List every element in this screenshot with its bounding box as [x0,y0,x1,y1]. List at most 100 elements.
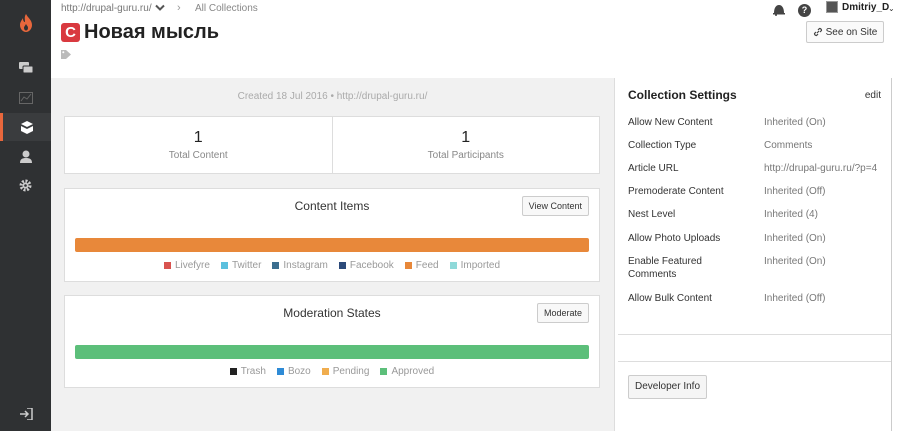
setting-key: Allow Photo Uploads [628,233,721,244]
stat-total-participants: 1 Total Participants [331,117,600,173]
created-info: Created 18 Jul 2016 • http://drupal-guru… [237,91,428,102]
legend-swatch [229,368,237,375]
divider [618,334,891,335]
notifications-icon[interactable] [772,4,785,19]
stat-value: 1 [461,129,471,146]
content-items-legend-item: Feed [404,260,439,271]
help-icon[interactable]: ? [798,4,811,17]
panel-scrollbar[interactable] [891,78,892,431]
page-title: Новая мысль [84,21,220,43]
avatar[interactable] [826,1,838,13]
legend-swatch [321,368,329,375]
see-on-site-label: See on Site [825,26,878,38]
content-items-bar [75,238,589,252]
legend-swatch [380,368,388,375]
legend-label: Pending [332,366,370,377]
stat-label: Total Participants [427,150,504,161]
setting-row: Allow Bulk Content Inherited (Off) [628,292,898,305]
setting-value: Inherited (On) [764,233,826,244]
setting-row: Article URL http://drupal-guru.ru/?p=4 [628,162,898,175]
see-on-site-button[interactable]: See on Site [806,21,884,43]
logout-icon[interactable] [0,400,51,428]
chevron-down-icon[interactable] [155,3,165,15]
legend-label: Twitter [231,260,262,271]
legend-label: Livefyre [174,260,210,271]
moderation-states-legend: Trash Bozo Pending Approved [65,366,599,377]
content-items-legend-item: Livefyre [163,260,210,271]
setting-value: Inherited (Off) [764,186,826,197]
content-items-legend-item: Imported [449,260,501,271]
user-name[interactable]: Dmitriy_D [842,2,889,13]
view-content-button[interactable]: View Content [521,196,589,216]
breadcrumb-all-collections[interactable]: All Collections [195,3,258,14]
moderation-legend-item: Trash [229,366,266,377]
stats-panel: 1 Total Content 1 Total Participants [64,116,600,174]
user-icon[interactable] [0,142,51,170]
collections-icon[interactable] [0,113,51,141]
moderation-states-bar [75,345,589,359]
collection-overview: Created 18 Jul 2016 • http://drupal-guru… [51,78,614,431]
legend-label: Imported [460,260,501,271]
content-items-title: Content Items [294,199,370,213]
legend-swatch [276,368,284,375]
setting-key: Article URL [628,163,679,174]
setting-row: Allow New Content Inherited (On) [628,116,898,129]
moderation-legend-item: Bozo [276,366,311,377]
setting-value: Inherited (On) [764,117,826,128]
setting-key: Nest Level [628,209,676,220]
setting-row: Allow Photo Uploads Inherited (On) [628,232,898,245]
legend-swatch [404,262,412,269]
breadcrumb-separator: › [177,2,181,14]
setting-key: Collection Type [628,140,697,151]
stat-total-content: 1 Total Content [65,117,332,173]
legend-label: Approved [391,366,435,377]
legend-label: Facebook [349,260,394,271]
setting-row: Enable Featured Comments Inherited (On) [628,255,898,281]
moderation-legend-item: Approved [380,366,434,377]
user-menu-chevron-icon[interactable]: ⌄ [888,4,895,13]
legend-swatch [220,262,228,269]
legend-label: Trash [240,366,266,377]
setting-value: http://drupal-guru.ru/?p=4 [764,163,878,174]
setting-key: Premoderate Content [628,186,724,197]
setting-key: Allow Bulk Content [628,293,712,304]
content-items-legend: Livefyre Twitter Instagram Facebook Feed Impo… [65,260,599,271]
legend-label: Feed [415,260,439,271]
collection-type-icon: C [61,23,80,42]
setting-value: Inherited (Off) [764,293,826,304]
setting-row: Nest Level Inherited (4) [628,208,898,221]
content-items-legend-item: Facebook [338,260,394,271]
legend-swatch [163,262,171,269]
legend-swatch [272,262,280,269]
moderation-legend-item: Pending [321,366,370,377]
setting-row: Premoderate Content Inherited (Off) [628,185,898,198]
legend-label: Bozo [287,366,311,377]
setting-row: Collection Type Comments [628,139,898,152]
link-icon [813,27,822,37]
gear-icon[interactable] [0,171,51,199]
collection-settings-title: Collection Settings [628,88,737,102]
setting-key: Allow New Content [628,117,713,128]
tag-icon[interactable] [61,50,71,62]
moderate-button[interactable]: Moderate [536,303,589,323]
content-items-legend-item: Instagram [272,260,328,271]
legend-swatch [338,262,346,269]
edit-settings-link[interactable]: edit [865,90,881,101]
content-items-legend-item: Twitter [220,260,262,271]
setting-key: Enable Featured Comments [628,256,702,280]
developer-info-button[interactable]: Developer Info [628,375,707,399]
breadcrumb-site[interactable]: http://drupal-guru.ru/ [61,3,152,14]
legend-label: Instagram [283,260,328,271]
analytics-icon[interactable] [0,84,51,112]
setting-value: Comments [764,140,813,151]
content-items-card: Content Items View Content Livefyre Twitt… [64,188,600,282]
collection-settings-panel: Collection Settings edit Allow New Conte… [614,78,900,431]
legend-swatch [449,262,457,269]
setting-value: Inherited (4) [764,209,818,220]
moderation-states-title: Moderation States [283,306,381,320]
flame-logo-icon[interactable] [0,0,51,45]
stat-label: Total Content [168,150,228,161]
chat-icon[interactable] [0,54,51,82]
stat-value: 1 [193,129,203,146]
left-nav-rail [0,0,51,431]
